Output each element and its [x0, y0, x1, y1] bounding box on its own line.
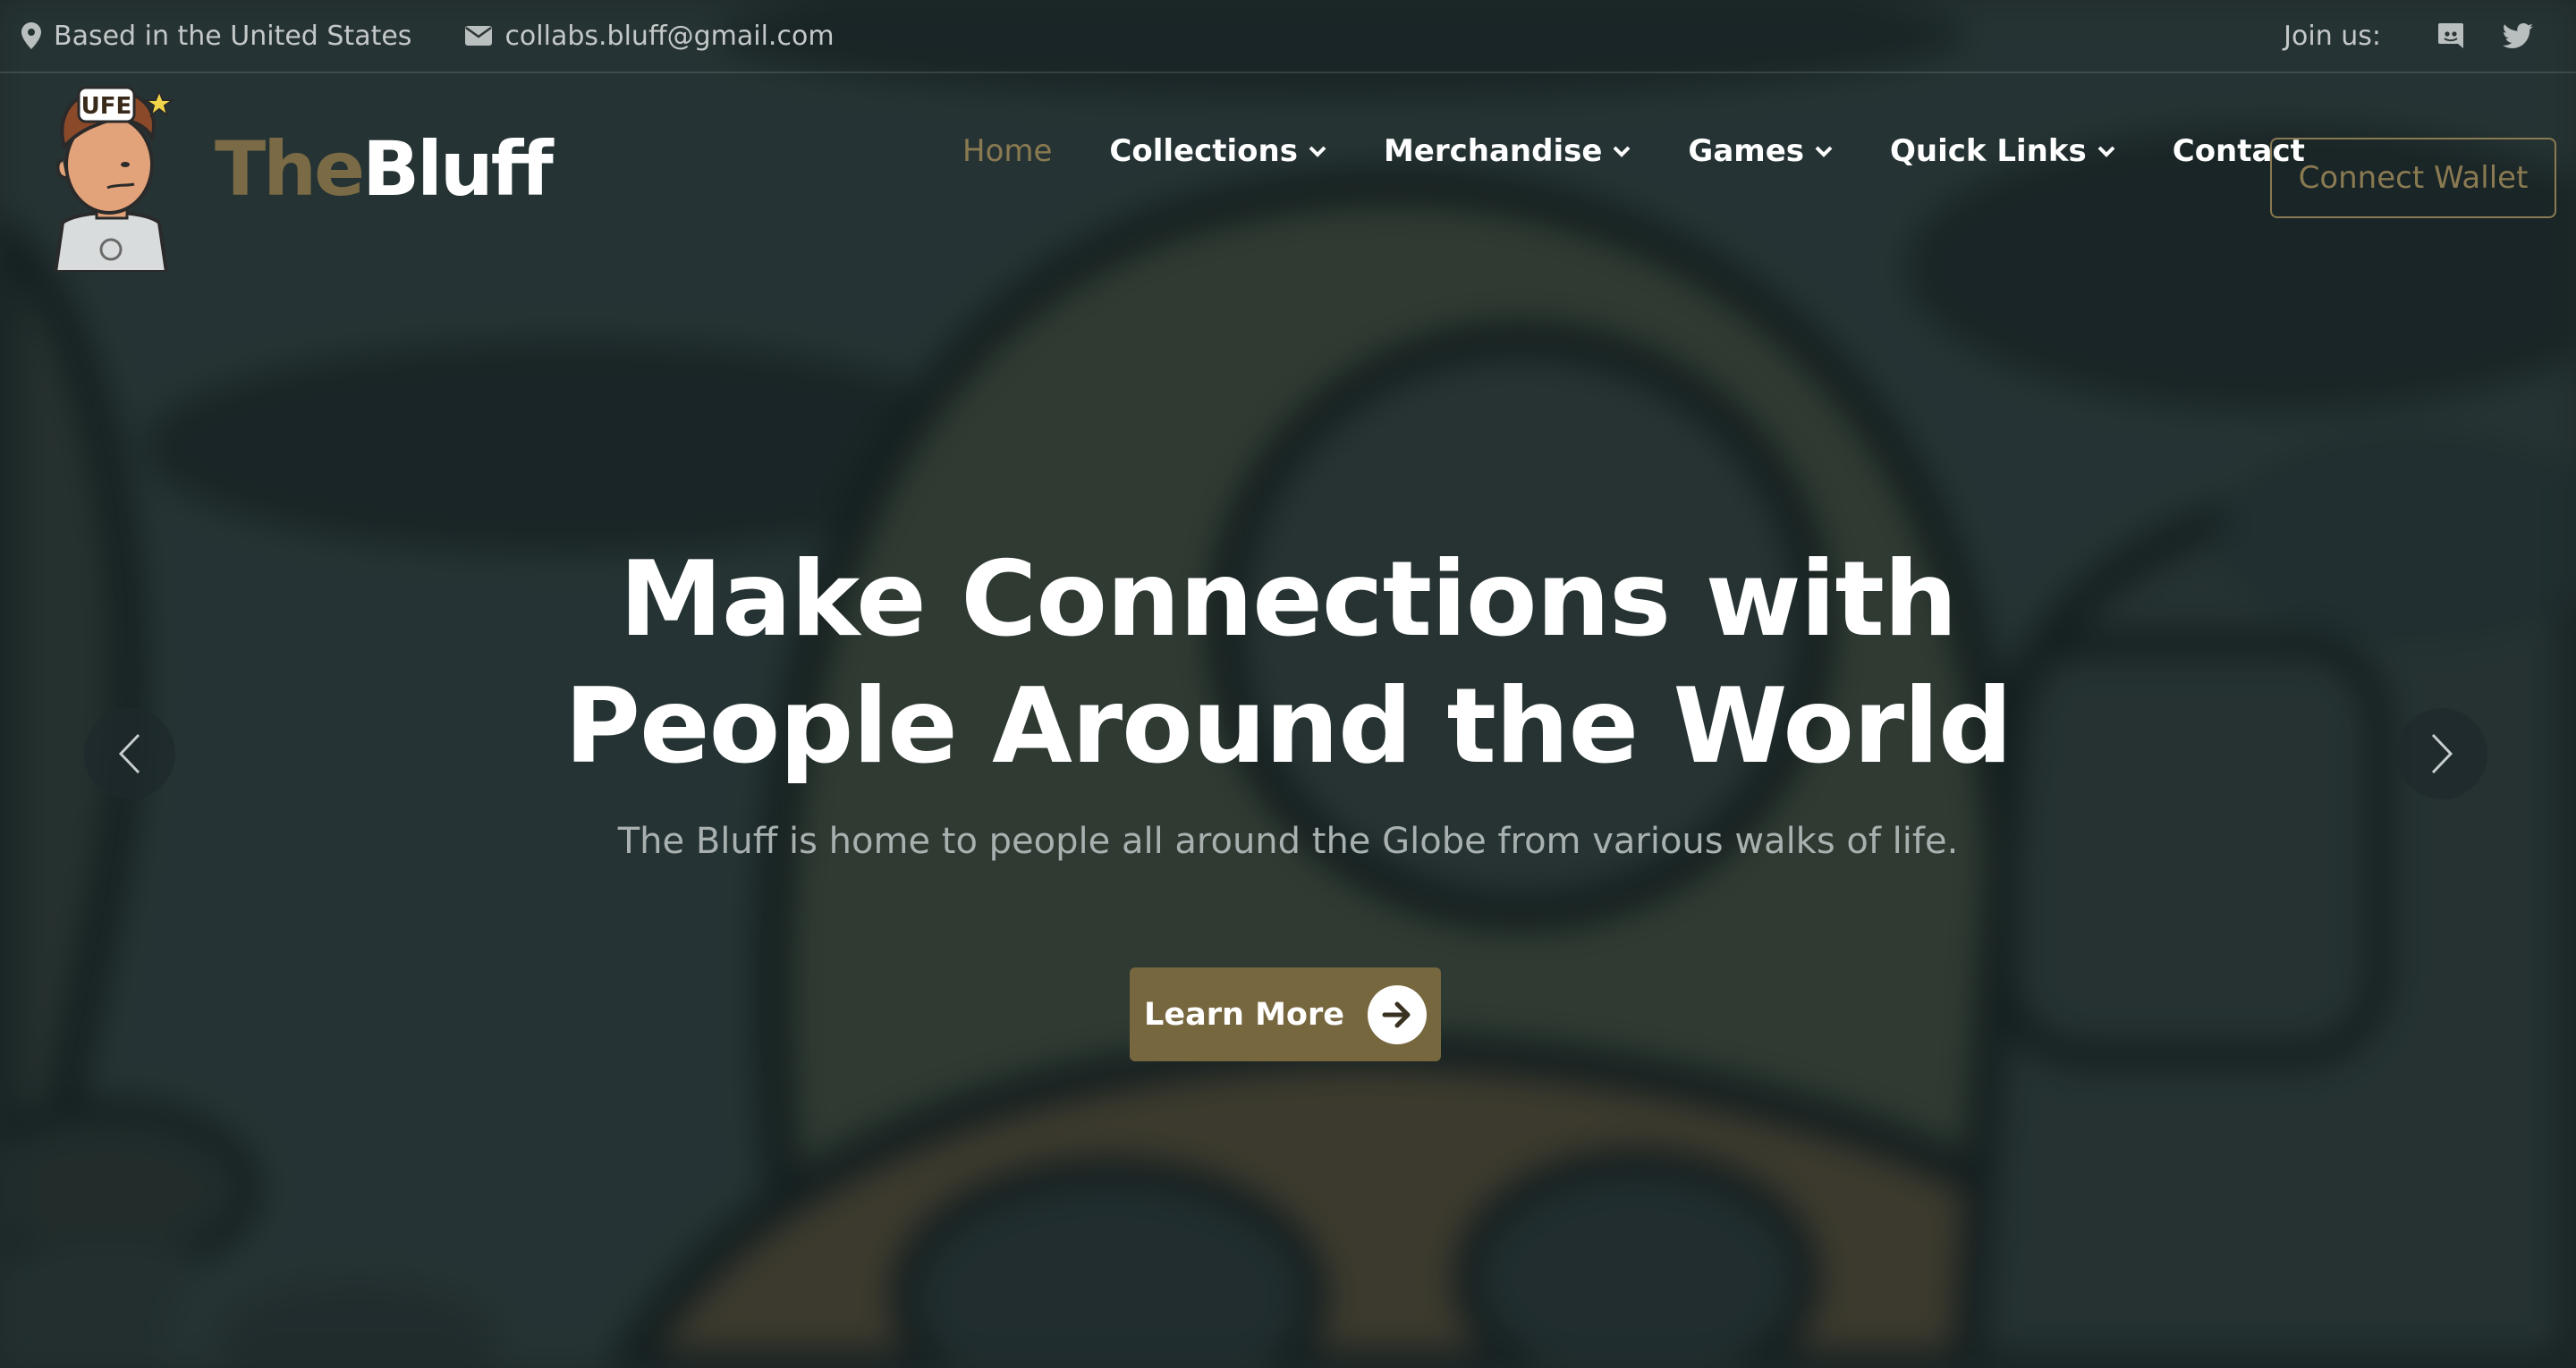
nav-games[interactable]: Games [1688, 133, 1833, 169]
main-nav: Home Collections Merchandise Games Quick… [962, 48, 2362, 254]
email-info[interactable]: collabs.bluff@gmail.com [465, 21, 835, 52]
chevron-down-icon [1309, 146, 1326, 157]
nav-quick-links-label: Quick Links [1890, 133, 2087, 169]
mascot-logo-icon[interactable]: UFE [45, 75, 179, 272]
chevron-down-icon [1815, 146, 1833, 157]
hero-title: Make Connections with People Around the … [0, 536, 2576, 790]
discord-icon [2438, 23, 2463, 48]
location-text: Based in the United States [54, 20, 412, 52]
email-link[interactable]: collabs.bluff@gmail.com [504, 21, 834, 52]
social-links: Join us: [2284, 21, 2555, 52]
chevron-down-icon [2097, 146, 2115, 157]
hero-title-line-1: Make Connections with [619, 539, 1957, 660]
nav-home-label: Home [962, 133, 1053, 169]
discord-link[interactable] [2436, 21, 2465, 50]
join-us-label: Join us: [2284, 20, 2381, 52]
connect-wallet-button[interactable]: Connect Wallet [2270, 138, 2556, 218]
brand-the: The [215, 125, 365, 213]
nav-merchandise[interactable]: Merchandise [1384, 133, 1631, 169]
nav-merchandise-label: Merchandise [1383, 133, 1603, 169]
brand-bluff: Bluff [362, 125, 554, 213]
learn-more-label: Learn More [1144, 996, 1344, 1033]
learn-more-button[interactable]: Learn More [1130, 967, 1441, 1061]
hero-title-line-2: People Around the World [564, 666, 2012, 787]
location-info: Based in the United States [21, 21, 411, 52]
brand-logo[interactable]: TheBluff [215, 125, 554, 213]
twitter-icon [2503, 23, 2533, 48]
nav-collections-label: Collections [1109, 133, 1298, 169]
chevron-down-icon [1614, 146, 1631, 157]
nav-games-label: Games [1688, 133, 1804, 169]
envelope-icon [465, 26, 493, 46]
nav-collections[interactable]: Collections [1109, 133, 1326, 169]
site-header: UFE TheBluff Home Collections Merchandis… [0, 75, 2576, 281]
nav-quick-links[interactable]: Quick Links [1890, 133, 2115, 169]
map-pin-icon [21, 22, 41, 49]
hero-subtitle: The Bluff is home to people all around t… [617, 821, 1959, 862]
twitter-link[interactable] [2503, 23, 2533, 48]
mascot-badge-text: UFE [81, 93, 132, 120]
nav-home[interactable]: Home [962, 133, 1052, 169]
arrow-right-icon [1367, 984, 1427, 1044]
